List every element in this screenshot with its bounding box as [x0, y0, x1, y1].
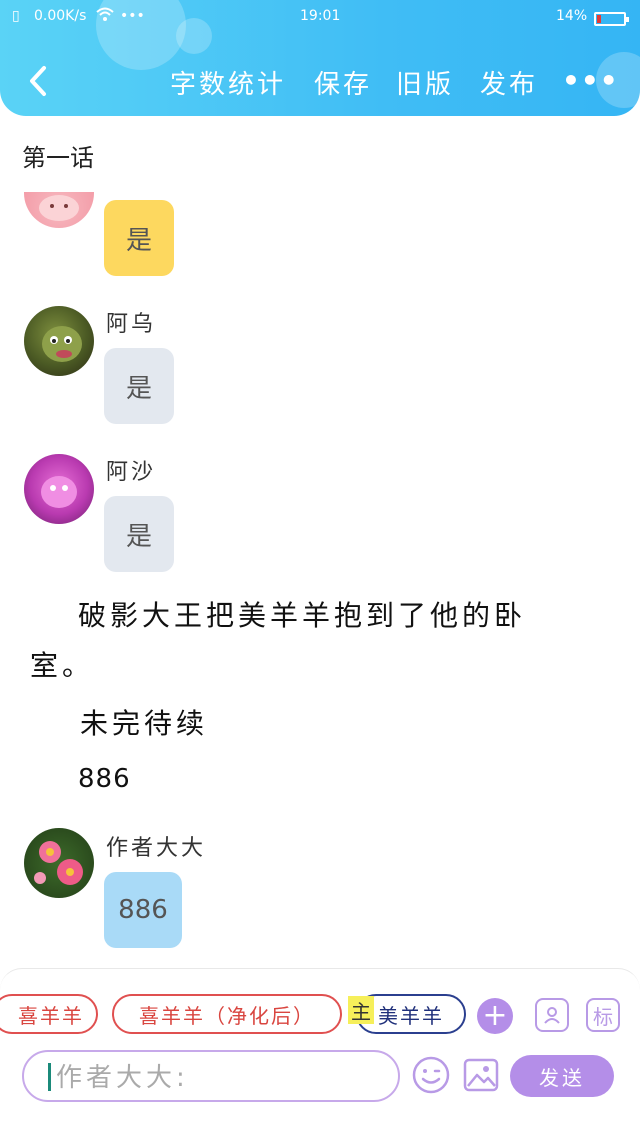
- message-text: 是: [125, 373, 152, 404]
- character-chip-label: 喜羊羊（净化后）: [139, 1003, 315, 1028]
- network-speed: 0.00K/s: [34, 8, 87, 24]
- avatar[interactable]: [24, 454, 94, 524]
- character-chip[interactable]: 喜羊羊（净化后）: [112, 994, 342, 1034]
- message-text: 886: [118, 895, 168, 925]
- character-chip-label: 喜羊羊: [18, 1003, 84, 1028]
- character-chip-label: 美羊羊: [378, 1003, 444, 1028]
- message-bubble[interactable]: 是: [104, 496, 174, 572]
- speaker-name: 作者大大: [106, 836, 207, 861]
- message-text: 是: [125, 225, 152, 256]
- main-character-tag: 主: [348, 996, 374, 1024]
- character-chip[interactable]: 喜羊羊: [0, 994, 98, 1034]
- chevron-left-icon: [30, 66, 46, 96]
- send-button[interactable]: 发送: [510, 1055, 614, 1097]
- wifi-icon: [96, 6, 114, 26]
- person-card-icon: [544, 1007, 560, 1024]
- back-button[interactable]: [24, 62, 58, 100]
- role-button[interactable]: [535, 998, 569, 1032]
- text-cursor: [48, 1063, 51, 1091]
- publish-button[interactable]: 发布: [480, 64, 538, 101]
- flower-photo-icon: [34, 841, 83, 885]
- speaker-name: 阿沙: [106, 460, 157, 485]
- battery-percent: 14%: [556, 8, 588, 24]
- narration-line[interactable]: 室。: [30, 644, 94, 684]
- status-bar: ▯ 0.00K/s ••• 19:01 14%: [0, 6, 640, 28]
- smiley-icon: [412, 1056, 450, 1094]
- narration-line[interactable]: 破影大王把美羊羊抱到了他的卧: [78, 594, 526, 634]
- image-icon: [463, 1058, 499, 1092]
- message-bubble[interactable]: 是: [104, 348, 174, 424]
- avatar[interactable]: [24, 306, 94, 376]
- message-bubble[interactable]: 是: [104, 200, 174, 276]
- avatar[interactable]: [24, 828, 94, 898]
- character-avatar-icon: [41, 476, 77, 508]
- narration-line[interactable]: 未完待续: [80, 702, 208, 742]
- character-avatar-icon: [42, 326, 82, 362]
- message-bubble[interactable]: 886: [104, 872, 182, 948]
- status-dots: •••: [120, 8, 145, 24]
- message-input-box[interactable]: [22, 1050, 400, 1102]
- tag-button[interactable]: 标: [586, 998, 620, 1032]
- data-transfer-icon: ▯: [12, 8, 20, 24]
- narration-line[interactable]: 886: [78, 764, 131, 794]
- save-button[interactable]: 保存: [314, 64, 372, 101]
- message-input[interactable]: [54, 1058, 388, 1098]
- battery-level: [597, 15, 601, 23]
- add-character-button[interactable]: +: [477, 998, 513, 1034]
- old-version-button[interactable]: 旧版: [396, 64, 454, 101]
- emoji-button[interactable]: [412, 1056, 450, 1094]
- message-text: 是: [125, 521, 152, 552]
- top-bar: ▯ 0.00K/s ••• 19:01 14% 字数统计 保存 旧版 发布 ••…: [0, 0, 640, 116]
- clock: 19:01: [300, 8, 341, 24]
- more-options-button[interactable]: •••: [562, 64, 619, 97]
- image-button[interactable]: [462, 1056, 500, 1094]
- battery-icon: [594, 12, 629, 26]
- speaker-name: 阿乌: [106, 312, 157, 337]
- word-count-button[interactable]: 字数统计: [170, 64, 286, 101]
- chapter-title: 第一话: [22, 144, 94, 172]
